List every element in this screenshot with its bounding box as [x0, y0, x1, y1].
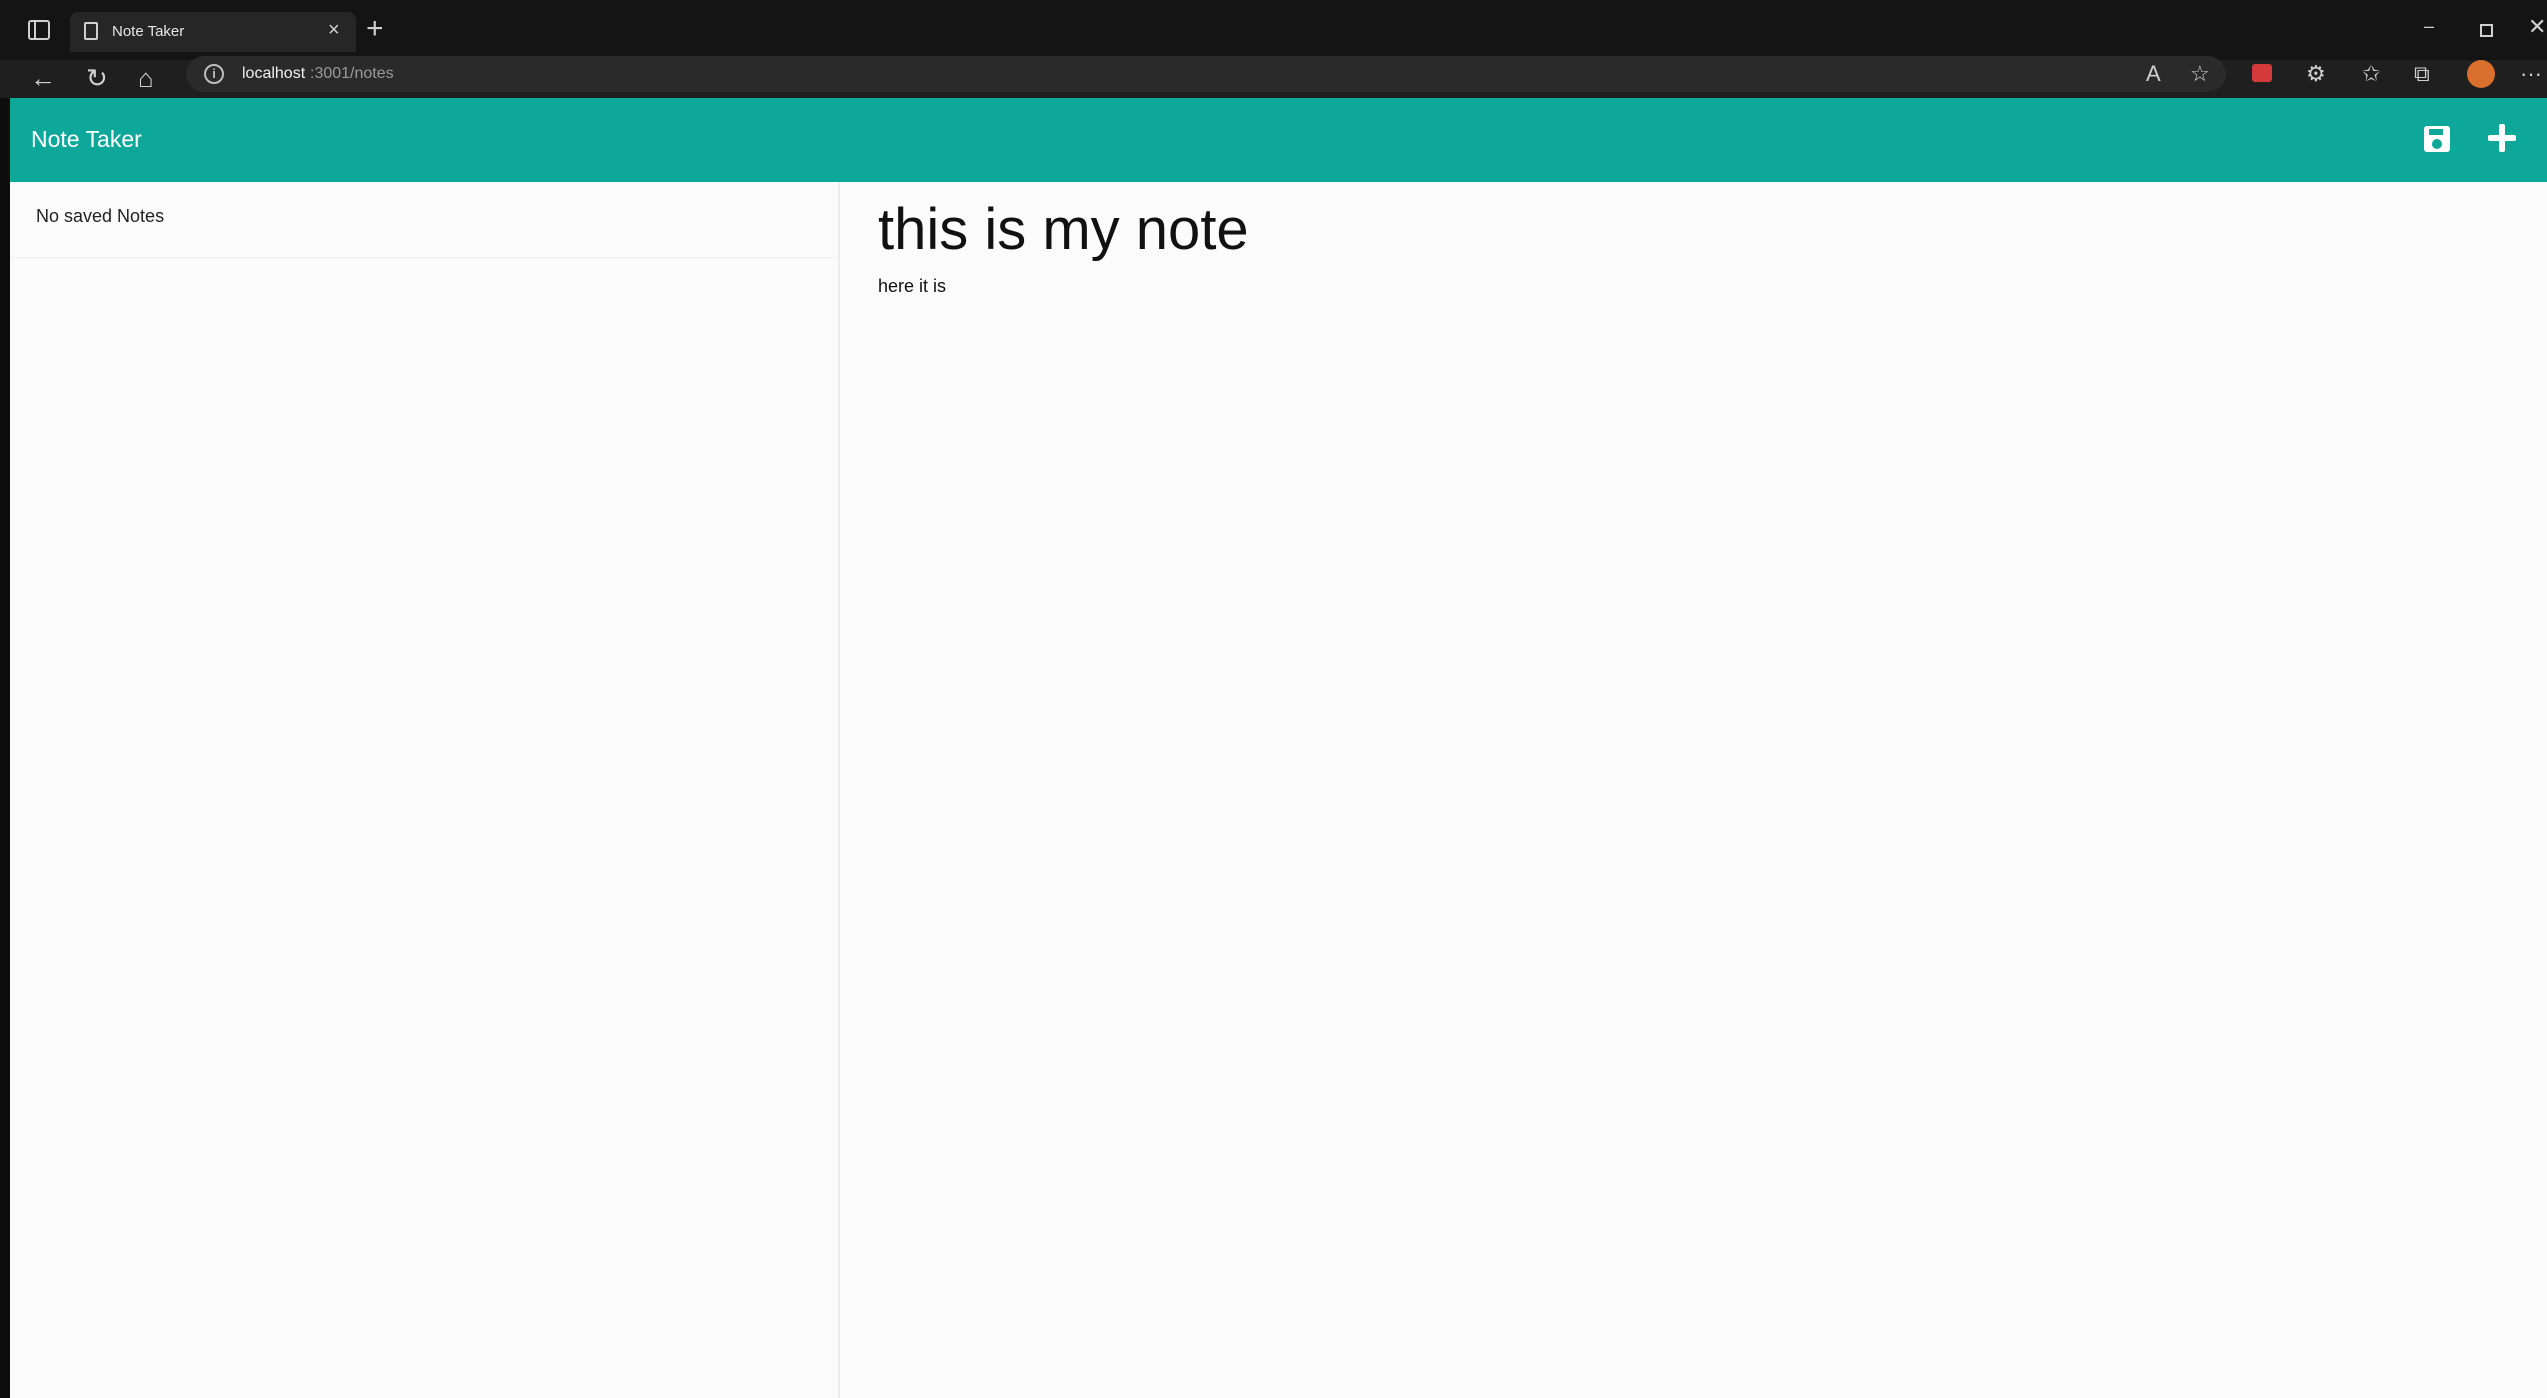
- add-icon[interactable]: [2488, 124, 2516, 152]
- read-aloud-icon[interactable]: A: [2146, 62, 2161, 86]
- profile-avatar[interactable]: [2467, 60, 2495, 88]
- brand[interactable]: Note Taker: [31, 126, 142, 153]
- minimize-icon[interactable]: –: [2424, 16, 2434, 37]
- address-bar[interactable]: i localhost :3001/notes: [186, 56, 2226, 92]
- maximize-icon[interactable]: [2480, 24, 2493, 37]
- navbar: Note Taker: [10, 98, 2547, 182]
- tab-note-taker[interactable]: Note Taker ×: [70, 12, 356, 52]
- tab-close-icon[interactable]: ×: [328, 20, 340, 40]
- back-icon[interactable]: ←: [30, 62, 56, 94]
- address-path: :3001/notes: [310, 65, 394, 82]
- new-tab-icon[interactable]: +: [366, 14, 384, 44]
- note-editor: here it is: [842, 182, 2547, 1398]
- favorite-icon[interactable]: ☆: [2190, 62, 2210, 86]
- note-title-input[interactable]: [878, 196, 2478, 263]
- list-item: No saved Notes: [10, 182, 838, 258]
- browser-window: Note Taker × + – ✕ ← ↻ ⌂ i localhost :30…: [0, 0, 2547, 1398]
- tab-title: Note Taker: [112, 23, 185, 40]
- note-text-area[interactable]: here it is: [878, 276, 2478, 876]
- window-close-icon[interactable]: ✕: [2528, 14, 2546, 40]
- site-info-icon[interactable]: i: [204, 64, 224, 84]
- extensions-icon[interactable]: ⚙: [2306, 62, 2326, 86]
- notes-list: No saved Notes: [10, 182, 840, 1398]
- more-icon[interactable]: ···: [2520, 62, 2542, 86]
- home-icon[interactable]: ⌂: [138, 62, 154, 94]
- save-icon[interactable]: [2424, 126, 2450, 152]
- extension-icon[interactable]: [2252, 64, 2272, 82]
- address-host: localhost: [242, 65, 306, 82]
- empty-message: No saved Notes: [36, 206, 165, 226]
- refresh-icon[interactable]: ↻: [86, 62, 108, 94]
- title-bar: Note Taker × + – ✕: [0, 0, 2547, 60]
- page-icon: [84, 22, 98, 40]
- favorites-icon[interactable]: ✩: [2362, 62, 2380, 86]
- sidebar-toggle-icon[interactable]: [28, 20, 50, 40]
- collections-icon[interactable]: ⧉: [2414, 62, 2430, 86]
- note-taker-app: Note Taker No saved Notes here it is: [10, 98, 2547, 1398]
